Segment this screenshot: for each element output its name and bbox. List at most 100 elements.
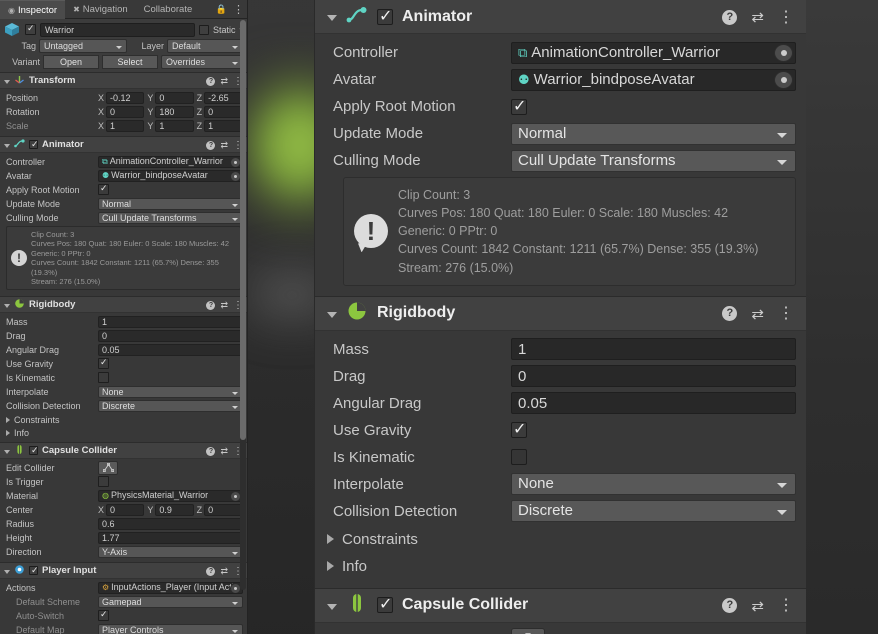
kebab-menu-icon[interactable]: ⋮ bbox=[778, 14, 794, 21]
zoom-info-foldout[interactable]: Info bbox=[325, 553, 796, 580]
help-icon[interactable]: ? bbox=[206, 567, 215, 576]
zoom-rigidbody-foldout-icon[interactable] bbox=[327, 312, 337, 318]
player-input-foldout-icon[interactable] bbox=[4, 570, 10, 574]
update-mode-dropdown[interactable]: Normal bbox=[511, 123, 796, 145]
interpolate-dropdown[interactable]: None bbox=[98, 386, 243, 398]
help-icon[interactable]: ? bbox=[206, 141, 215, 150]
capsule-collider-foldout-icon[interactable] bbox=[4, 450, 10, 454]
center-x-field[interactable]: 0 bbox=[106, 504, 144, 516]
zoom-capsule-collider-foldout-icon[interactable] bbox=[327, 604, 337, 610]
gameobject-enabled-checkbox[interactable] bbox=[25, 24, 36, 35]
kebab-menu-icon[interactable]: ⋮ bbox=[778, 310, 794, 317]
player-input-header[interactable]: Player Input ? ⇄ ⋮ bbox=[0, 563, 247, 579]
help-icon[interactable]: ? bbox=[206, 301, 215, 310]
update-mode-dropdown[interactable]: Normal bbox=[98, 198, 243, 210]
preset-icon[interactable]: ⇄ bbox=[220, 566, 228, 577]
interpolate-dropdown[interactable]: None bbox=[511, 473, 796, 495]
inspector-scrollbar-thumb[interactable] bbox=[240, 20, 246, 440]
animator-header[interactable]: Animator ? ⇄ ⋮ bbox=[0, 137, 247, 153]
zoom-animator-enabled-checkbox[interactable] bbox=[377, 9, 393, 25]
drag-field[interactable]: 0 bbox=[511, 365, 796, 387]
auto-switch-checkbox[interactable] bbox=[98, 610, 109, 621]
drag-field[interactable]: 0 bbox=[98, 330, 243, 342]
animator-foldout-icon[interactable] bbox=[4, 144, 10, 148]
kebab-menu-icon[interactable]: ⋮ bbox=[778, 602, 794, 609]
is-kinematic-checkbox[interactable] bbox=[511, 449, 527, 465]
use-gravity-checkbox[interactable] bbox=[511, 422, 527, 438]
tab-inspector[interactable]: ◉ Inspector bbox=[0, 0, 65, 19]
default-map-dropdown[interactable]: Player Controls bbox=[98, 624, 243, 634]
overrides-dropdown[interactable]: Overrides bbox=[161, 55, 243, 69]
layer-dropdown[interactable]: Default bbox=[167, 39, 243, 53]
zoom-capsule-collider-header[interactable]: Capsule Collider ? ⇄ ⋮ bbox=[315, 589, 806, 623]
zoom-animator-foldout-icon[interactable] bbox=[327, 15, 337, 21]
open-button[interactable]: Open bbox=[43, 55, 99, 69]
preset-icon[interactable]: ⇄ bbox=[751, 597, 764, 615]
preset-icon[interactable]: ⇄ bbox=[220, 76, 228, 87]
rotation-y-field[interactable]: 180 bbox=[155, 106, 193, 118]
angular-drag-field[interactable]: 0.05 bbox=[98, 344, 243, 356]
tag-dropdown[interactable]: Untagged bbox=[39, 39, 127, 53]
gameobject-name-field[interactable]: Warrior bbox=[40, 23, 195, 37]
avatar-field[interactable]: ⚉ Warrior_bindposeAvatar bbox=[98, 170, 243, 182]
tab-navigation[interactable]: ✖ Navigation bbox=[65, 0, 136, 19]
zoom-constraints-foldout[interactable]: Constraints bbox=[325, 526, 796, 553]
center-y-field[interactable]: 0.9 bbox=[155, 504, 193, 516]
controller-field[interactable]: ⧉ AnimationController_Warrior bbox=[511, 42, 796, 64]
direction-dropdown[interactable]: Y-Axis bbox=[98, 546, 243, 558]
zoom-capsule-collider-enabled-checkbox[interactable] bbox=[377, 597, 393, 613]
culling-mode-dropdown[interactable]: Cull Update Transforms bbox=[511, 150, 796, 172]
scale-z-field[interactable]: 1 bbox=[204, 120, 243, 132]
preset-icon[interactable]: ⇄ bbox=[220, 446, 228, 457]
static-checkbox[interactable] bbox=[199, 25, 209, 35]
is-trigger-checkbox[interactable] bbox=[98, 476, 109, 487]
preset-icon[interactable]: ⇄ bbox=[220, 140, 228, 151]
rigidbody-foldout-icon[interactable] bbox=[4, 304, 10, 308]
collision-detection-dropdown[interactable]: Discrete bbox=[511, 500, 796, 522]
apply-root-motion-checkbox[interactable] bbox=[98, 184, 109, 195]
rigidbody-constraints-foldout[interactable]: Constraints bbox=[4, 413, 243, 426]
inspector-scrollbar[interactable] bbox=[240, 20, 246, 590]
center-z-field[interactable]: 0 bbox=[204, 504, 243, 516]
position-y-field[interactable]: 0 bbox=[155, 92, 193, 104]
select-button[interactable]: Select bbox=[102, 55, 158, 69]
lock-icon[interactable]: 🔒 bbox=[216, 4, 227, 15]
position-x-field[interactable]: -0.12 bbox=[106, 92, 144, 104]
mass-field[interactable]: 1 bbox=[98, 316, 243, 328]
apply-root-motion-checkbox[interactable] bbox=[511, 99, 527, 115]
rotation-z-field[interactable]: 0 bbox=[204, 106, 243, 118]
collision-detection-dropdown[interactable]: Discrete bbox=[98, 400, 243, 412]
actions-field[interactable]: ⚙ InputActions_Player (Input Actio bbox=[98, 582, 243, 594]
controller-field[interactable]: ⧉ AnimationController_Warrior bbox=[98, 156, 243, 168]
help-icon[interactable]: ? bbox=[722, 10, 737, 25]
is-kinematic-checkbox[interactable] bbox=[98, 372, 109, 383]
help-icon[interactable]: ? bbox=[206, 77, 215, 86]
radius-field[interactable]: 0.6 bbox=[98, 518, 243, 530]
scale-y-field[interactable]: 1 bbox=[155, 120, 193, 132]
object-picker-icon[interactable] bbox=[774, 44, 793, 62]
help-icon[interactable]: ? bbox=[722, 306, 737, 321]
default-scheme-dropdown[interactable]: Gamepad bbox=[98, 596, 243, 608]
animator-enabled-checkbox[interactable] bbox=[29, 140, 38, 149]
preset-icon[interactable]: ⇄ bbox=[751, 8, 764, 26]
rigidbody-info-foldout[interactable]: Info bbox=[4, 426, 243, 439]
position-z-field[interactable]: -2.65 bbox=[204, 92, 243, 104]
help-icon[interactable]: ? bbox=[722, 598, 737, 613]
object-picker-icon[interactable] bbox=[774, 71, 793, 89]
use-gravity-checkbox[interactable] bbox=[98, 358, 109, 369]
avatar-field[interactable]: ⚉ Warrior_bindposeAvatar bbox=[511, 69, 796, 91]
player-input-enabled-checkbox[interactable] bbox=[29, 566, 38, 575]
capsule-collider-enabled-checkbox[interactable] bbox=[29, 446, 38, 455]
height-field[interactable]: 1.77 bbox=[98, 532, 243, 544]
transform-header[interactable]: Transform ? ⇄ ⋮ bbox=[0, 73, 247, 89]
capsule-collider-header[interactable]: Capsule Collider ? ⇄ ⋮ bbox=[0, 443, 247, 459]
zoom-animator-header[interactable]: Animator ? ⇄ ⋮ bbox=[315, 0, 806, 34]
preset-icon[interactable]: ⇄ bbox=[751, 305, 764, 323]
rotation-x-field[interactable]: 0 bbox=[106, 106, 144, 118]
mass-field[interactable]: 1 bbox=[511, 338, 796, 360]
tab-collaborate[interactable]: Collaborate bbox=[136, 0, 201, 19]
transform-foldout-icon[interactable] bbox=[4, 80, 10, 84]
preset-icon[interactable]: ⇄ bbox=[220, 300, 228, 311]
edit-collider-button[interactable] bbox=[511, 628, 545, 634]
material-field[interactable]: ◍ PhysicsMaterial_Warrior bbox=[98, 490, 243, 502]
